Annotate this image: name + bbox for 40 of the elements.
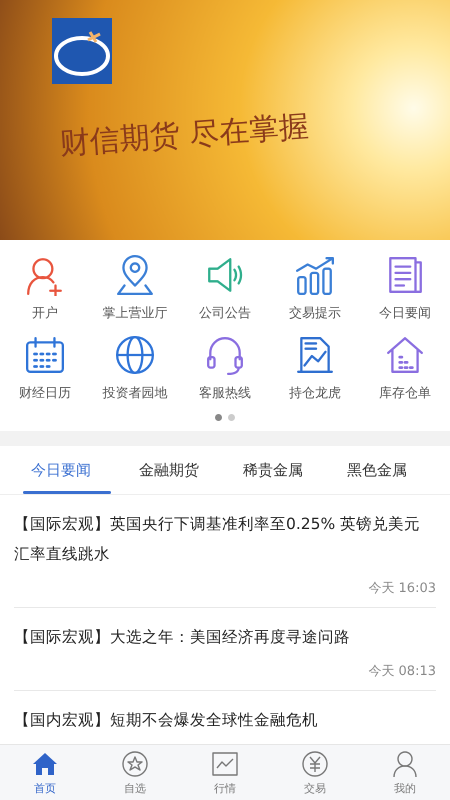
nav-item[interactable]: 交易 bbox=[270, 745, 360, 800]
shortcut-label: 持仓龙虎 bbox=[289, 385, 341, 402]
shortcut-label: 客服热线 bbox=[199, 385, 251, 402]
shortcut-item[interactable]: 公司公告 bbox=[180, 254, 270, 322]
yuan-icon bbox=[300, 749, 330, 779]
shortcut-item[interactable]: 库存仓单 bbox=[360, 334, 450, 402]
news-title: 【国内宏观】短期不会爆发全球性金融危机 bbox=[14, 710, 319, 731]
shortcut-label: 今日要闻 bbox=[379, 305, 431, 322]
shortcut-item[interactable]: 持仓龙虎 bbox=[270, 334, 360, 402]
shortcut-item[interactable]: 开户 bbox=[0, 254, 90, 322]
news-item[interactable]: 【国际宏观】大选之年：美国经济再度寻途问路 今天 08:13 bbox=[14, 608, 436, 691]
news-time: 今天 16:03 bbox=[368, 580, 436, 597]
shortcut-label: 公司公告 bbox=[199, 305, 251, 322]
news-tab[interactable]: 金融期货 bbox=[117, 446, 221, 494]
shortcut-item[interactable]: 客服热线 bbox=[180, 334, 270, 402]
shortcut-label: 交易提示 bbox=[289, 305, 341, 322]
shortcut-label: 财经日历 bbox=[19, 385, 71, 402]
shortcut-label: 开户 bbox=[32, 305, 58, 322]
shortcut-item[interactable]: 掌上营业厅 bbox=[90, 254, 180, 322]
shortcut-item[interactable]: 交易提示 bbox=[270, 254, 360, 322]
shortcut-label: 投资者园地 bbox=[102, 385, 168, 402]
shortcut-item[interactable]: 财经日历 bbox=[0, 334, 90, 402]
news-title: 【国际宏观】大选之年：美国经济再度寻途问路 bbox=[14, 627, 351, 648]
nav-item[interactable]: 首页 bbox=[0, 745, 90, 800]
nav-item[interactable]: 行情 bbox=[180, 745, 270, 800]
nav-item[interactable]: 我的 bbox=[360, 745, 450, 800]
news-time: 今天 08:13 bbox=[368, 663, 436, 680]
nav-item[interactable]: 自选 bbox=[90, 745, 180, 800]
shortcut-item[interactable]: 今日要闻 bbox=[360, 254, 450, 322]
shortcut-label: 掌上营业厅 bbox=[102, 305, 168, 322]
news-tab[interactable]: 稀贵金属 bbox=[221, 446, 325, 494]
news-title: 【国际宏观】英国央行下调基准利率至0.25% 英镑兑美元汇率直线跳水 bbox=[14, 514, 422, 565]
logo-icon bbox=[52, 18, 112, 84]
banner-image[interactable]: 财信期货 尽在掌握 bbox=[0, 0, 450, 240]
news-item[interactable]: 【国际宏观】英国央行下调基准利率至0.25% 英镑兑美元汇率直线跳水 今天 16:03 bbox=[14, 495, 436, 608]
banner-slogan: 财信期货 尽在掌握 bbox=[58, 108, 310, 164]
news-tab[interactable]: 今日要闻 bbox=[15, 446, 117, 494]
shortcut-item[interactable]: 投资者园地 bbox=[90, 334, 180, 402]
shortcut-label: 库存仓单 bbox=[379, 385, 431, 402]
news-tab[interactable]: 黑色金属 bbox=[325, 446, 429, 494]
